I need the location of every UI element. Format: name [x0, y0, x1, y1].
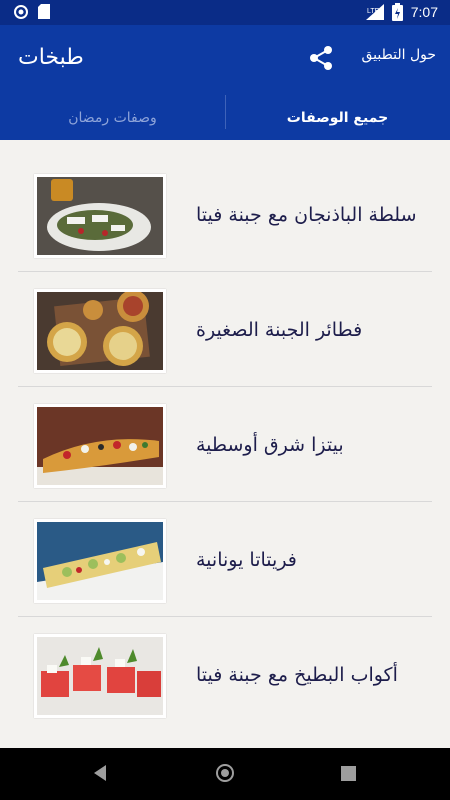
recipe-list: سلطة الباذنجان مع جبنة فيتا فطائر الجبنة…	[0, 140, 450, 748]
sd-card-icon	[38, 4, 50, 19]
recipe-item[interactable]: سلطة الباذنجان مع جبنة فيتا	[18, 157, 432, 272]
navigation-bar	[0, 748, 450, 800]
recents-icon[interactable]	[341, 766, 356, 781]
recipe-item[interactable]: بيتزا شرق أوسطية	[18, 387, 432, 502]
recipe-title: أكواب البطيخ مع جبنة فيتا	[196, 663, 398, 686]
about-app-button[interactable]: حول التطبيق	[362, 47, 437, 63]
tab-all-recipes[interactable]: جميع الوصفات	[225, 95, 450, 140]
home-icon[interactable]	[215, 763, 235, 783]
recipe-title: فطائر الجبنة الصغيرة	[196, 318, 363, 341]
recipe-item[interactable]: أكواب البطيخ مع جبنة فيتا	[18, 617, 432, 732]
recipe-item[interactable]: فطائر الجبنة الصغيرة	[18, 272, 432, 387]
tab-divider	[225, 95, 226, 129]
recipe-item[interactable]: فريتاتا يونانية	[18, 502, 432, 617]
status-bar: LTE 7:07	[0, 0, 450, 25]
status-time: 7:07	[410, 4, 438, 20]
app-title: طبخات	[18, 45, 84, 70]
notification-circle-icon	[14, 4, 28, 19]
back-icon[interactable]	[92, 764, 108, 782]
recipe-title: سلطة الباذنجان مع جبنة فيتا	[196, 203, 417, 226]
recipe-image	[34, 289, 166, 373]
recipe-image	[34, 174, 166, 258]
recipe-image	[34, 519, 166, 603]
signal-icon: LTE	[365, 4, 384, 20]
share-icon[interactable]	[306, 43, 336, 73]
recipe-image	[34, 404, 166, 488]
recipe-image	[34, 634, 166, 718]
recipe-title: بيتزا شرق أوسطية	[196, 433, 344, 456]
recipe-title: فريتاتا يونانية	[196, 548, 297, 571]
battery-charging-icon	[391, 3, 403, 21]
tab-bar: وصفات رمضان جميع الوصفات	[0, 95, 450, 140]
tab-ramadan-recipes[interactable]: وصفات رمضان	[0, 95, 225, 140]
app-bar: طبخات حول التطبيق وصفات رمضان جميع الوصف…	[0, 25, 450, 140]
network-type: LTE	[367, 8, 380, 15]
